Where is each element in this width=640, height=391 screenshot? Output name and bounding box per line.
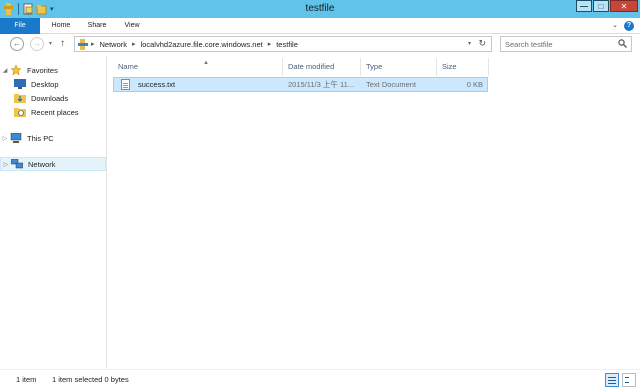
column-headers: Name ▲ Date modified Type Size <box>107 58 489 76</box>
star-icon <box>10 64 22 76</box>
window-controls: — □ ✕ <box>576 0 638 12</box>
sidebar-item-label: This PC <box>27 133 54 143</box>
tab-view[interactable]: View <box>118 18 146 34</box>
recent-locations-chevron-icon[interactable]: ▾ <box>49 40 52 47</box>
minimize-button[interactable]: — <box>576 0 592 12</box>
up-arrow-icon[interactable]: ↑ <box>60 38 65 49</box>
sidebar-item-this-pc[interactable]: ▷ This PC <box>0 131 106 145</box>
sidebar-item-label: Network <box>28 159 56 169</box>
selection-info: 1 item selected 0 bytes <box>52 375 129 384</box>
large-icons-view-button[interactable] <box>622 373 636 387</box>
file-size: 0 KB <box>466 80 483 89</box>
sort-ascending-icon: ▲ <box>203 60 209 66</box>
sidebar-item-label: Desktop <box>31 79 59 89</box>
breadcrumb: ▸ Network ▸ localvhd2azure.file.core.win… <box>91 37 298 51</box>
column-size[interactable]: Size <box>437 58 489 76</box>
expand-chevron-icon[interactable]: ▷ <box>0 135 10 142</box>
sidebar-item-downloads[interactable]: Downloads <box>0 91 106 105</box>
downloads-folder-icon <box>14 93 26 103</box>
refresh-icon[interactable]: ↻ <box>478 38 486 49</box>
sidebar-item-label: Favorites <box>27 65 58 75</box>
sidebar-item-label: Downloads <box>31 93 69 103</box>
breadcrumb-network[interactable]: Network <box>100 40 128 49</box>
back-arrow-icon[interactable]: ← <box>10 37 24 51</box>
search-input[interactable]: Search testfile <box>505 40 553 49</box>
tab-share[interactable]: Share <box>83 18 111 34</box>
search-box[interactable]: Search testfile <box>500 36 632 52</box>
details-view-button[interactable] <box>605 373 619 387</box>
ribbon-tabs: File Home Share View ⌄ ? <box>0 18 640 34</box>
navigation-bar: ← → ▾ ↑ ▸ Network ▸ localvhd2azure.file.… <box>0 34 640 56</box>
sidebar-item-favorites[interactable]: ◢ Favorites <box>0 63 106 77</box>
address-history-chevron-icon[interactable]: ▾ <box>468 40 471 47</box>
breadcrumb-chevron-icon[interactable]: ▸ <box>91 40 95 48</box>
help-icon[interactable]: ? <box>624 21 634 31</box>
file-list-pane: Name ▲ Date modified Type Size success.t… <box>107 56 640 369</box>
sidebar-item-network[interactable]: ▷ Network <box>0 157 106 171</box>
window-title: testfile <box>305 3 335 14</box>
file-type: Text Document <box>366 80 417 89</box>
column-type[interactable]: Type <box>361 58 437 76</box>
file-name: success.txt <box>138 80 176 89</box>
sidebar-item-label: Recent places <box>31 107 79 117</box>
sidebar-item-desktop[interactable]: Desktop <box>0 77 106 91</box>
navigation-pane: ◢ Favorites Desktop Downloads Recent pla… <box>0 56 107 369</box>
tab-home[interactable]: Home <box>46 18 76 34</box>
sidebar-item-recent-places[interactable]: Recent places <box>0 105 106 119</box>
network-icon <box>10 158 24 169</box>
address-bar[interactable]: ▸ Network ▸ localvhd2azure.file.core.win… <box>74 36 492 52</box>
network-location-icon <box>78 39 88 50</box>
tab-file[interactable]: File <box>0 18 40 34</box>
explorer-window: ▾ testfile — □ ✕ File Home Share View ⌄ … <box>0 0 640 391</box>
expand-chevron-icon[interactable]: ▷ <box>1 161 11 168</box>
desktop-icon <box>14 79 26 89</box>
collapse-chevron-icon[interactable]: ◢ <box>0 67 10 74</box>
forward-arrow-icon[interactable]: → <box>30 37 44 51</box>
breadcrumb-server[interactable]: localvhd2azure.file.core.windows.net <box>141 40 263 49</box>
computer-icon <box>10 132 22 143</box>
breadcrumb-chevron-icon[interactable]: ▸ <box>132 40 136 48</box>
file-row[interactable]: success.txt 2015/11/3 上午 11... Text Docu… <box>113 77 488 92</box>
breadcrumb-chevron-icon[interactable]: ▸ <box>268 40 272 48</box>
status-bar: 1 item 1 item selected 0 bytes <box>0 369 640 391</box>
item-count: 1 item <box>16 375 37 384</box>
title-bar: ▾ testfile — □ ✕ <box>0 0 640 18</box>
file-date-modified: 2015/11/3 上午 11... <box>288 80 355 89</box>
search-icon[interactable] <box>618 39 627 48</box>
breadcrumb-folder[interactable]: testfile <box>276 40 298 49</box>
recent-places-icon <box>14 107 26 117</box>
expand-ribbon-icon[interactable]: ⌄ <box>612 21 618 29</box>
maximize-button[interactable]: □ <box>593 0 609 12</box>
column-name[interactable]: Name ▲ <box>113 58 283 76</box>
text-file-icon <box>121 79 130 90</box>
close-button[interactable]: ✕ <box>610 0 638 12</box>
column-date-modified[interactable]: Date modified <box>283 58 361 76</box>
